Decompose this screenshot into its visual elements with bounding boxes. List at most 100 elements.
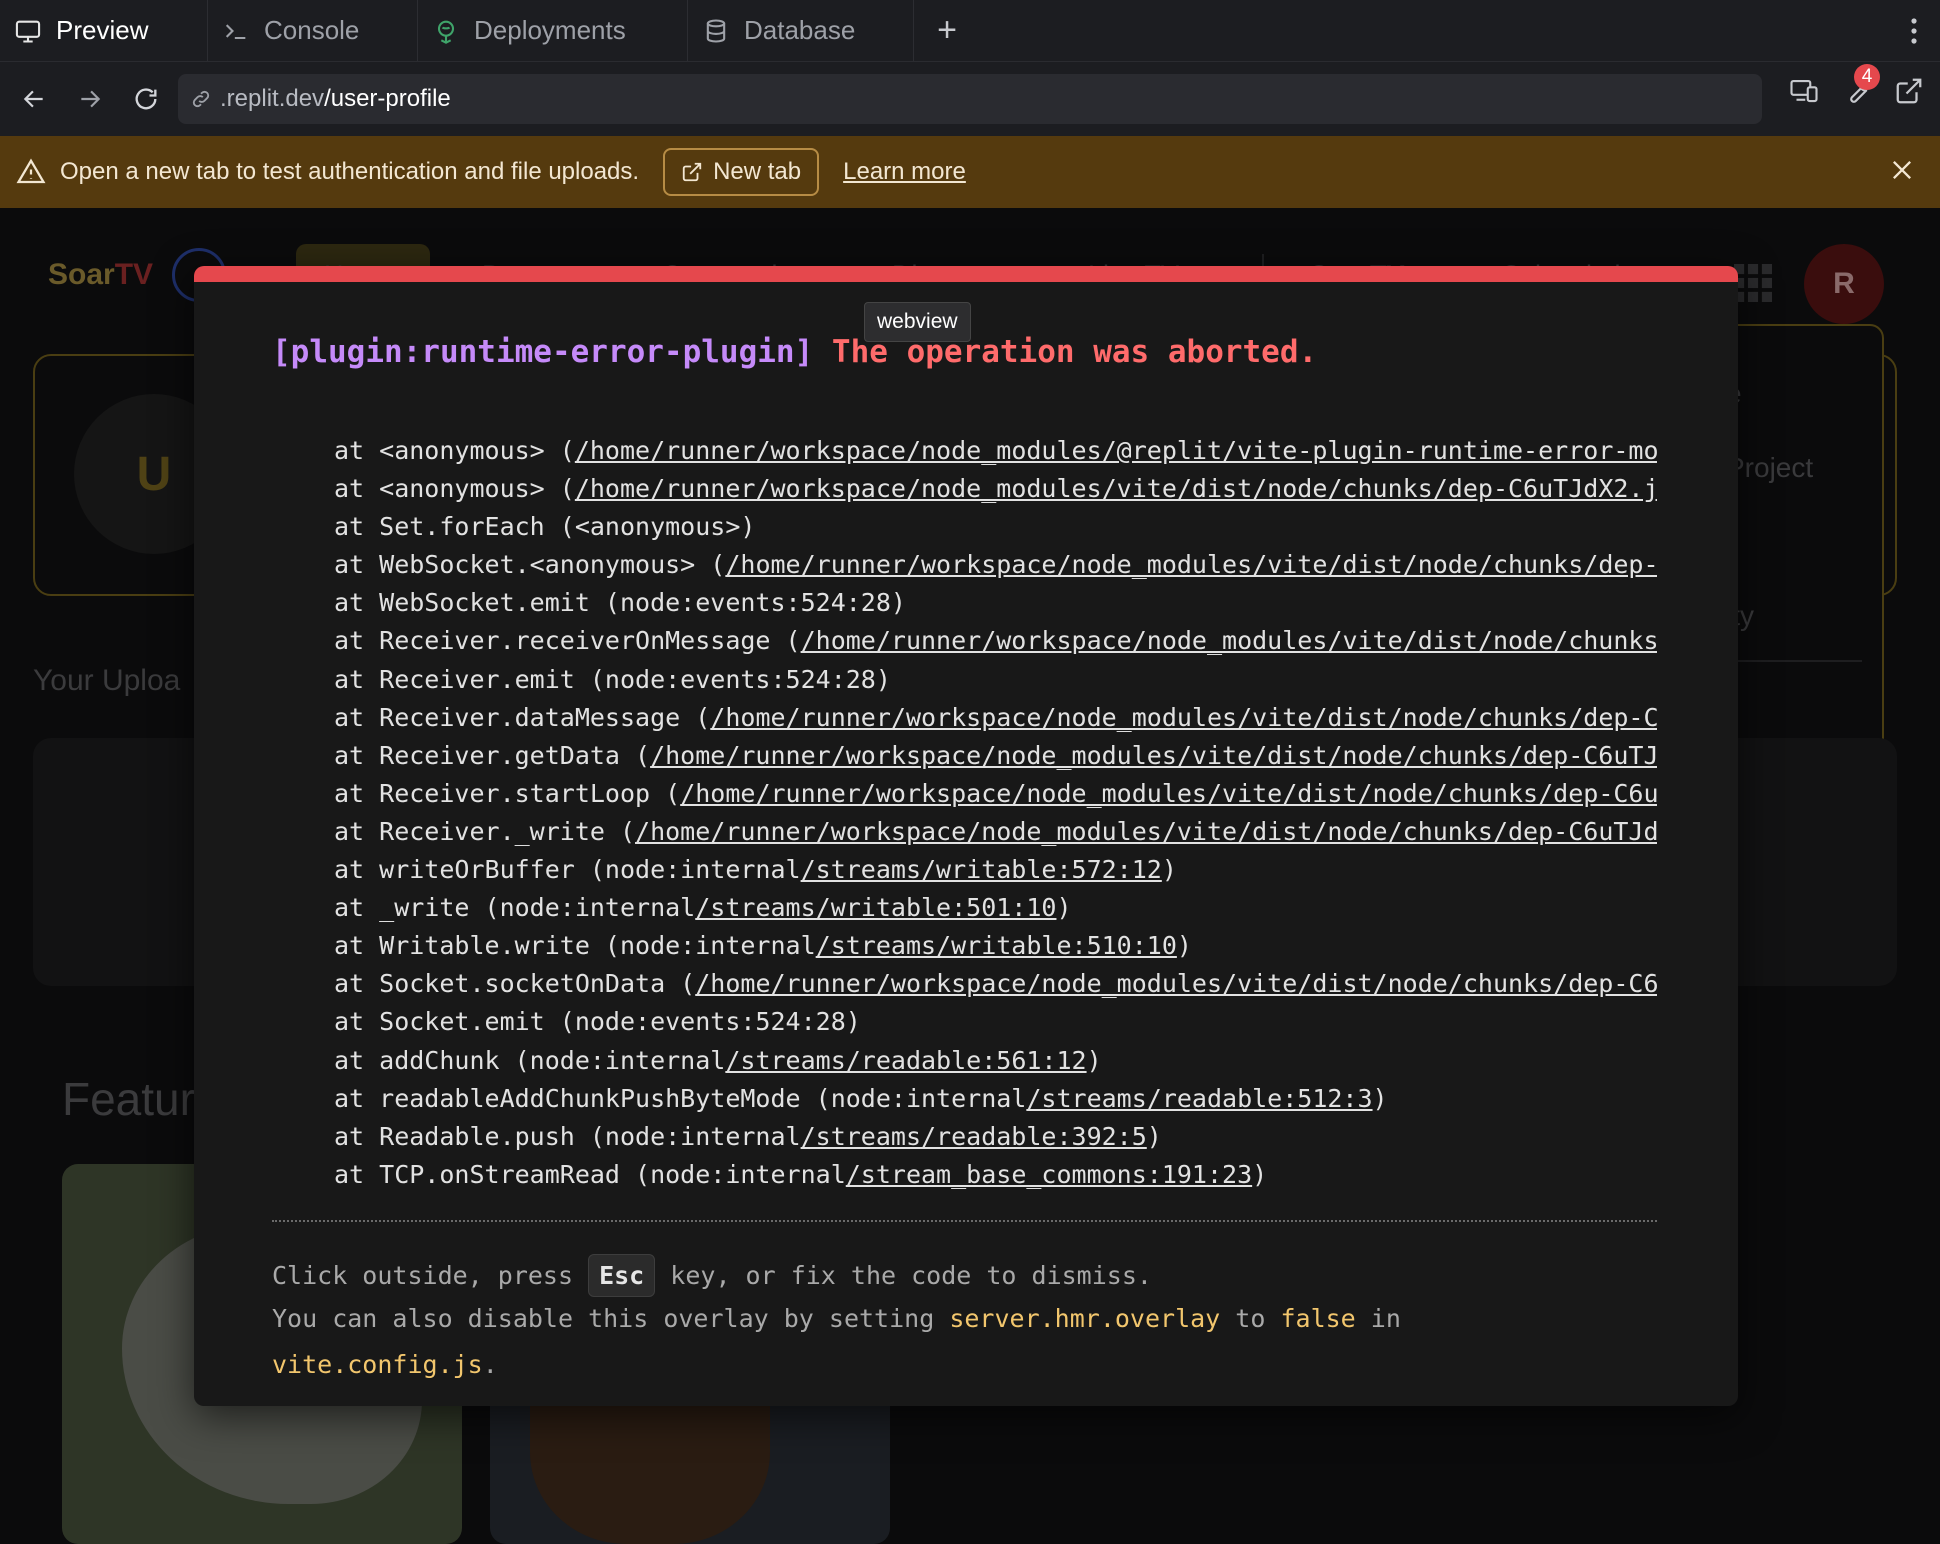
- link-icon: [192, 90, 210, 108]
- url-bar-row: .replit.dev/user-profile 4: [0, 62, 1940, 136]
- frame-text: ): [1176, 931, 1192, 961]
- tip-text: .: [482, 1350, 498, 1379]
- frame-file-link[interactable]: /home/runner/workspace/node_modules/vite…: [725, 550, 1657, 579]
- database-icon: [706, 18, 726, 43]
- frame-text: at <anonymous> (: [334, 436, 575, 465]
- frame-text: at <anonymous> (: [334, 474, 575, 504]
- frame-text: at _write (node:internal: [334, 893, 696, 923]
- frame-text: ): [1161, 855, 1177, 885]
- reload-icon: [135, 88, 157, 110]
- apps-grid-icon[interactable]: [1734, 264, 1772, 302]
- add-tab-button[interactable]: +: [914, 0, 980, 61]
- frame-text: ): [1252, 1159, 1268, 1189]
- external-link-icon: [682, 162, 702, 182]
- devices-icon: [1790, 79, 1818, 103]
- error-title: [plugin:runtime-error-plugin] The operat…: [272, 334, 1317, 370]
- site-logo[interactable]: SoarTV: [48, 258, 153, 292]
- open-external-button[interactable]: [1894, 76, 1924, 111]
- frame-file-link[interactable]: /home/runner/workspace/node_modules/vite…: [635, 817, 1657, 846]
- webview-tooltip: webview: [864, 302, 971, 342]
- frame-file-link[interactable]: /streams/readable:512:3: [1026, 1084, 1372, 1113]
- back-button[interactable]: [6, 71, 62, 127]
- frame-file-link[interactable]: /stream_base_commons:191:23: [846, 1160, 1252, 1189]
- frame-file-link[interactable]: /home/runner/workspace/node_modules/vite…: [710, 703, 1657, 732]
- stack-frame: at Receiver.receiverOnMessage (/home/run…: [334, 622, 1657, 660]
- frame-file-link[interactable]: /streams/readable:392:5: [801, 1122, 1147, 1151]
- tab-label: Database: [744, 15, 856, 45]
- frame-text: at WebSocket.emit (node:events:524:28): [334, 588, 906, 618]
- stack-frame: at WebSocket.<anonymous> (/home/runner/w…: [334, 546, 1657, 584]
- tab-preview[interactable]: Preview: [0, 0, 208, 61]
- frame-text: ): [1146, 1121, 1162, 1151]
- tip-text: Click outside, press: [272, 1261, 589, 1290]
- stack-frame: at Set.forEach (<anonymous>): [334, 508, 1657, 546]
- frame-file-link[interactable]: /streams/writable:510:10: [816, 931, 1177, 960]
- more-options-button[interactable]: [1888, 0, 1940, 61]
- tab-console[interactable]: Console: [208, 0, 418, 61]
- stack-frame: at Readable.push (node:internal/streams/…: [334, 1118, 1657, 1156]
- rocket-icon: [437, 20, 455, 44]
- stack-frame: at _write (node:internal/streams/writabl…: [334, 889, 1657, 927]
- notification-badge: 4: [1854, 64, 1880, 90]
- tab-label: Deployments: [474, 15, 626, 45]
- frame-file-link[interactable]: /home/runner/workspace/node_modules/vite…: [695, 969, 1657, 998]
- terminal-icon: [225, 23, 246, 39]
- user-avatar[interactable]: R: [1804, 244, 1884, 324]
- stack-frame: at Receiver.startLoop (/home/runner/work…: [334, 775, 1657, 813]
- tip-text: to: [1220, 1304, 1281, 1333]
- close-banner-button[interactable]: [1888, 156, 1916, 191]
- frame-file-link[interactable]: /home/runner/workspace/node_modules/vite…: [650, 741, 1657, 770]
- stack-frame: at readableAddChunkPushByteMode (node:in…: [334, 1080, 1657, 1118]
- frame-text: at Receiver.startLoop (: [334, 778, 681, 808]
- frame-file-link[interactable]: /streams/writable:501:10: [695, 893, 1056, 922]
- tip-text: key, or fix the code to dismiss.: [655, 1261, 1152, 1290]
- arrow-left-icon: [23, 90, 43, 108]
- frame-file-link[interactable]: /home/runner/workspace/node_modules/vite…: [575, 474, 1657, 503]
- frame-text: ): [1086, 1045, 1102, 1075]
- runtime-error-overlay: [plugin:runtime-error-plugin] The operat…: [194, 266, 1738, 1406]
- config-file-tip: vite.config.js.: [272, 1350, 498, 1379]
- frame-file-link[interactable]: /streams/readable:561:12: [725, 1046, 1086, 1075]
- frame-file-link[interactable]: /home/runner/workspace/node_modules/@rep…: [575, 436, 1657, 465]
- frame-text: at Receiver._write (: [334, 816, 636, 846]
- featured-heading: Featur: [62, 1073, 195, 1125]
- frame-text: at addChunk (node:internal: [334, 1045, 726, 1075]
- new-tab-button[interactable]: New tab: [663, 148, 820, 196]
- stack-frame: at TCP.onStreamRead (node:internal/strea…: [334, 1156, 1657, 1194]
- kebab-menu-icon: [1911, 17, 1917, 44]
- stack-frame: at Receiver.getData (/home/runner/worksp…: [334, 737, 1657, 775]
- dropdown-item[interactable]: Project: [1726, 452, 1813, 484]
- frame-text: at Socket.socketOnData (: [334, 969, 696, 999]
- tab-label: Preview: [56, 15, 149, 45]
- url-path: /user-profile: [324, 85, 451, 112]
- stack-frame: at Receiver._write (/home/runner/workspa…: [334, 813, 1657, 851]
- disable-tip: You can also disable this overlay by set…: [272, 1304, 1401, 1333]
- warning-banner: Open a new tab to test authentication an…: [0, 136, 1940, 208]
- frame-text: at readableAddChunkPushByteMode (node:in…: [334, 1083, 1027, 1113]
- tab-label: Console: [264, 15, 360, 45]
- learn-more-link[interactable]: Learn more: [843, 158, 966, 186]
- tab-database[interactable]: Database: [688, 0, 914, 61]
- new-tab-label: New tab: [713, 158, 802, 185]
- stack-trace: at <anonymous> (/home/runner/workspace/n…: [334, 432, 1657, 1194]
- warning-icon: [16, 158, 46, 184]
- frame-text: at WebSocket.<anonymous> (: [334, 550, 726, 580]
- stack-frame: at <anonymous> (/home/runner/workspace/n…: [334, 432, 1657, 470]
- frame-file-link[interactable]: /home/runner/workspace/node_modules/vite…: [680, 779, 1657, 808]
- logo-accent: TV: [114, 258, 154, 291]
- url-input[interactable]: .replit.dev/user-profile: [178, 74, 1762, 124]
- dropdown-divider: [1730, 660, 1862, 662]
- frame-file-link[interactable]: /streams/writable:572:12: [801, 855, 1162, 884]
- close-icon: [1893, 161, 1911, 179]
- tab-deployments[interactable]: Deployments: [418, 0, 688, 61]
- reload-button[interactable]: [118, 71, 174, 127]
- frame-text: at TCP.onStreamRead (node:internal: [334, 1159, 846, 1189]
- device-preview-button[interactable]: [1788, 76, 1820, 111]
- frame-text: at writeOrBuffer (node:internal: [334, 855, 801, 885]
- frame-file-link[interactable]: /home/runner/workspace/node_modules/vite…: [801, 626, 1657, 655]
- forward-button[interactable]: [62, 71, 118, 127]
- url-actions: 4: [1788, 64, 1924, 111]
- devtools-button[interactable]: 4: [1842, 64, 1880, 111]
- stack-frame: at Socket.socketOnData (/home/runner/wor…: [334, 965, 1657, 1003]
- external-link-icon: [1896, 78, 1922, 104]
